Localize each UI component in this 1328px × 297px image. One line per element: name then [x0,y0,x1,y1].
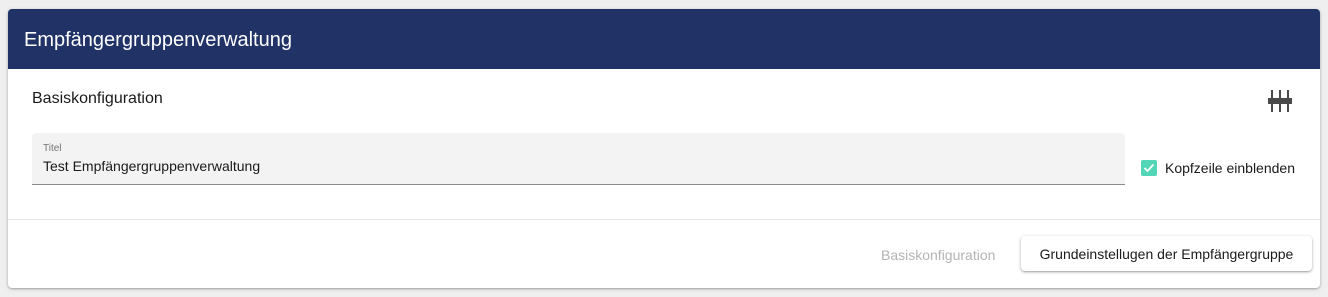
sliders-icon [1268,90,1292,112]
card-header: Empfängergruppenverwaltung [8,9,1320,69]
title-field-label: Titel [43,143,62,154]
check-icon [1143,163,1155,173]
header-visibility-checkbox[interactable]: Kopfzeile einblenden [1141,159,1295,177]
title-input[interactable] [42,156,1113,176]
section-title: Basiskonfiguration [32,90,163,107]
settings-button[interactable] [1266,87,1294,115]
checkbox-label: Kopfzeile einblenden [1165,160,1295,176]
title-field[interactable]: Titel [32,133,1125,185]
page-title: Empfängergruppenverwaltung [24,29,292,51]
checkbox-checked[interactable] [1141,160,1157,176]
previous-step-label: Basiskonfiguration [881,247,996,263]
divider [8,219,1320,220]
config-card: Empfängergruppenverwaltung Basiskonfigur… [8,9,1320,288]
next-step-button[interactable]: Grundeinstellugen der Empfängergruppe [1021,236,1312,271]
